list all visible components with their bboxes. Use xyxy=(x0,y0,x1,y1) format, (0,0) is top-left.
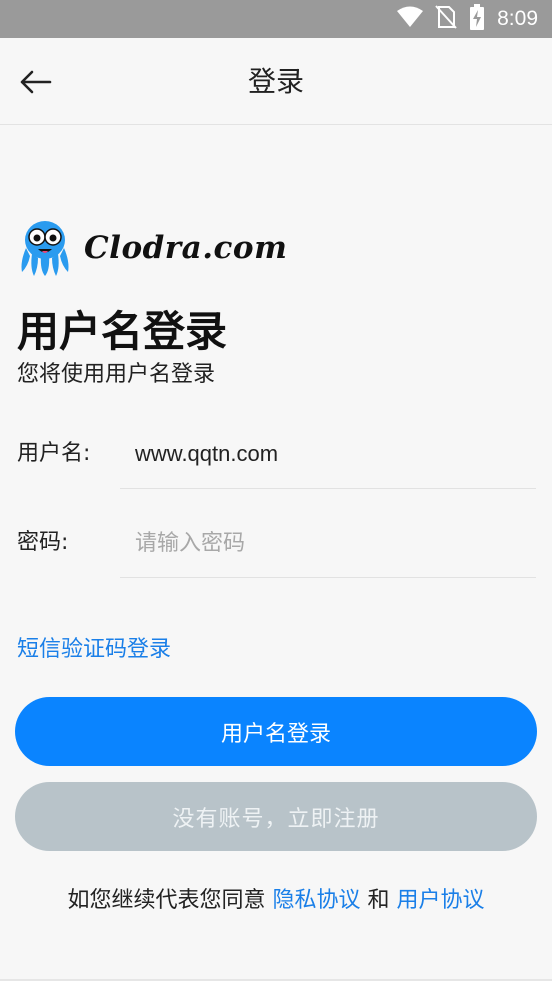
login-heading: 用户名登录 xyxy=(17,307,228,356)
battery-charging-icon xyxy=(469,4,485,34)
password-input[interactable] xyxy=(135,525,515,561)
page-title: 登录 xyxy=(247,65,304,98)
agreement-and: 和 xyxy=(360,888,397,913)
brand-name: Clodra.com xyxy=(84,230,288,266)
username-underline xyxy=(120,488,536,489)
password-label: 密码: xyxy=(17,530,69,555)
password-row: 密码: xyxy=(0,525,552,585)
login-subheading: 您将使用用户名登录 xyxy=(17,362,216,387)
username-label: 用户名: xyxy=(17,441,91,466)
username-input[interactable] xyxy=(135,436,515,472)
user-agreement-link[interactable]: 用户协议 xyxy=(397,888,485,913)
sms-login-link[interactable]: 短信验证码登录 xyxy=(17,631,171,663)
register-button[interactable]: 没有账号，立即注册 xyxy=(15,782,537,851)
brand-logo: Clodra.com xyxy=(18,218,287,278)
arrow-left-icon xyxy=(20,70,52,94)
username-row: 用户名: xyxy=(0,436,552,496)
agreement-text: 如您继续代表您同意 隐私协议 和 用户协议 xyxy=(0,882,552,914)
app-bar: 登录 xyxy=(0,38,552,125)
status-time: 8:09 xyxy=(497,7,538,30)
privacy-policy-link[interactable]: 隐私协议 xyxy=(272,888,360,913)
octopus-mascot-icon xyxy=(21,221,69,276)
no-sim-icon xyxy=(435,5,457,33)
wifi-icon xyxy=(397,6,424,32)
status-icons: 8:09 xyxy=(397,0,538,38)
status-bar: 8:09 xyxy=(0,0,552,38)
password-underline xyxy=(120,577,536,578)
login-button[interactable]: 用户名登录 xyxy=(15,697,537,766)
back-button[interactable] xyxy=(18,64,54,100)
agreement-prefix: 如您继续代表您同意 xyxy=(67,888,273,913)
